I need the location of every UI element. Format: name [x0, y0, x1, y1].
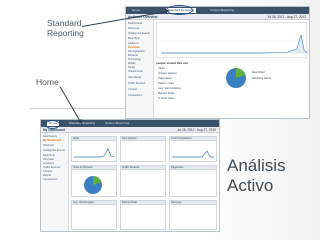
nav-item[interactable]: Real-Time: [43, 154, 55, 157]
nav-item[interactable]: Overview: [128, 46, 140, 49]
metric-pages-per-visit: Pages / Visit: [158, 81, 174, 85]
bottom-date-range[interactable]: Jul 28, 2012 - Aug 27, 2012: [177, 127, 216, 133]
visits-series-line: [161, 34, 308, 54]
metric-new-visits: % New Visits: [158, 96, 175, 100]
pie-legend-new: New Visitor: [252, 71, 266, 74]
people-visited-label: people visited this site: [156, 61, 189, 65]
visits-line-chart: [156, 22, 308, 58]
nav-item[interactable]: Intelligence Events: [128, 32, 150, 35]
pie-legend-returning: Returning Visitor: [252, 77, 272, 80]
top-content: people visited this site Visits Unique V…: [156, 22, 308, 116]
nav-item[interactable]: Conversions: [128, 94, 142, 97]
nav-item[interactable]: Dashboards: [128, 22, 142, 25]
widget-goal-completions: Goal Completions: [169, 136, 217, 162]
widget-pageviews: Pageviews: [169, 165, 217, 197]
nav-item[interactable]: Audience: [128, 42, 139, 45]
decorative-divider: [30, 108, 140, 109]
widget-title: Visits: [73, 137, 80, 140]
nav-item[interactable]: Locations: [43, 162, 54, 165]
nav-item[interactable]: Content: [43, 170, 52, 173]
tab-custom-reporting[interactable]: Custom Reporting: [208, 8, 236, 13]
analisis-activo-caption: Análisis Activo: [227, 156, 286, 195]
home-dashboard-screenshot: Home Standard Reporting Custom Reporting…: [40, 119, 220, 232]
visits-series-area: [161, 35, 307, 53]
widget-traffic-sources: Traffic Sources: [120, 165, 166, 197]
top-left-nav: Dashboards Shortcuts Intelligence Events…: [126, 20, 154, 118]
widget-title: Pageviews: [171, 166, 184, 169]
nav-item[interactable]: Social: [128, 66, 135, 69]
metric-avg-visit-duration: Avg. Visit Duration: [158, 86, 181, 90]
widget-new-visitors: New Visitors: [120, 136, 166, 162]
bottom-tab-bar: Home Standard Reporting Custom Reporting: [41, 120, 219, 127]
visitor-pie-chart: [226, 68, 246, 88]
goals-sparkline: [172, 150, 214, 158]
nav-item[interactable]: Conversions: [43, 178, 57, 181]
nav-item[interactable]: Traffic Sources: [43, 166, 60, 169]
widget-title: Goal Completions: [171, 137, 192, 140]
standard-reporting-highlight: [166, 5, 193, 15]
widget-title: Revenue: [171, 201, 182, 204]
metric-unique-visitors: Unique Visitors: [158, 71, 177, 75]
top-date-range[interactable]: Jul 28, 2012 - Aug 27, 2012: [267, 14, 306, 20]
nav-item[interactable]: Dashboards: [43, 135, 57, 138]
widget-title: New Visitors: [122, 137, 137, 140]
widget-title: Avg. Visit Duration: [73, 201, 95, 204]
bottom-left-nav: Dashboards My Dashboard Shortcuts Intell…: [41, 133, 69, 231]
widget-revenue: Revenue: [169, 200, 217, 230]
widget-visits: Visits: [71, 136, 117, 162]
nav-item[interactable]: Behavior: [128, 54, 138, 57]
nav-item[interactable]: Visitors Flow: [128, 70, 143, 73]
nav-item[interactable]: Mobile: [128, 62, 136, 65]
nav-item[interactable]: Shortcuts: [128, 27, 139, 30]
tab-custom-reporting[interactable]: Custom Reporting: [103, 121, 131, 126]
nav-item[interactable]: Demographics: [128, 50, 145, 53]
metric-bounce-rate: Bounce Rate: [158, 91, 175, 95]
nav-item[interactable]: Intelligence Events: [43, 149, 65, 152]
widget-avg-visit-duration: Avg. Visit Duration: [71, 200, 117, 230]
nav-item[interactable]: Real-Time: [128, 37, 140, 40]
widget-title: Traffic Sources: [122, 166, 140, 169]
nav-item[interactable]: Shortcuts: [43, 144, 54, 147]
nav-item[interactable]: Content: [128, 88, 137, 91]
tab-home[interactable]: Home: [130, 8, 142, 13]
home-caption: Home: [36, 77, 59, 87]
metric-visits: Visits: [158, 66, 165, 70]
widget-visits-by-browser: Visits by Browser: [71, 165, 117, 197]
nav-item[interactable]: Technology: [128, 58, 141, 61]
standard-reporting-screenshot: Home Standard Reporting Custom Reporting…: [125, 6, 310, 119]
nav-item[interactable]: Advertising: [128, 76, 141, 79]
visits-chart-svg: [161, 34, 308, 54]
widget-title: Visits by Browser: [73, 166, 93, 169]
nav-item[interactable]: Events: [43, 174, 51, 177]
nav-item[interactable]: Traffic Sources: [128, 82, 145, 85]
nav-item[interactable]: My Dashboard: [43, 139, 61, 142]
widget-bounce-rate: Bounce Rate: [120, 200, 166, 230]
nav-item[interactable]: Overview: [43, 158, 54, 161]
widget-title: Bounce Rate: [122, 201, 137, 204]
visits-sparkline: [74, 148, 114, 158]
home-tab-highlight: [45, 120, 60, 129]
browser-pie-chart: [84, 175, 102, 194]
metric-pageviews: Pageviews: [158, 76, 172, 80]
